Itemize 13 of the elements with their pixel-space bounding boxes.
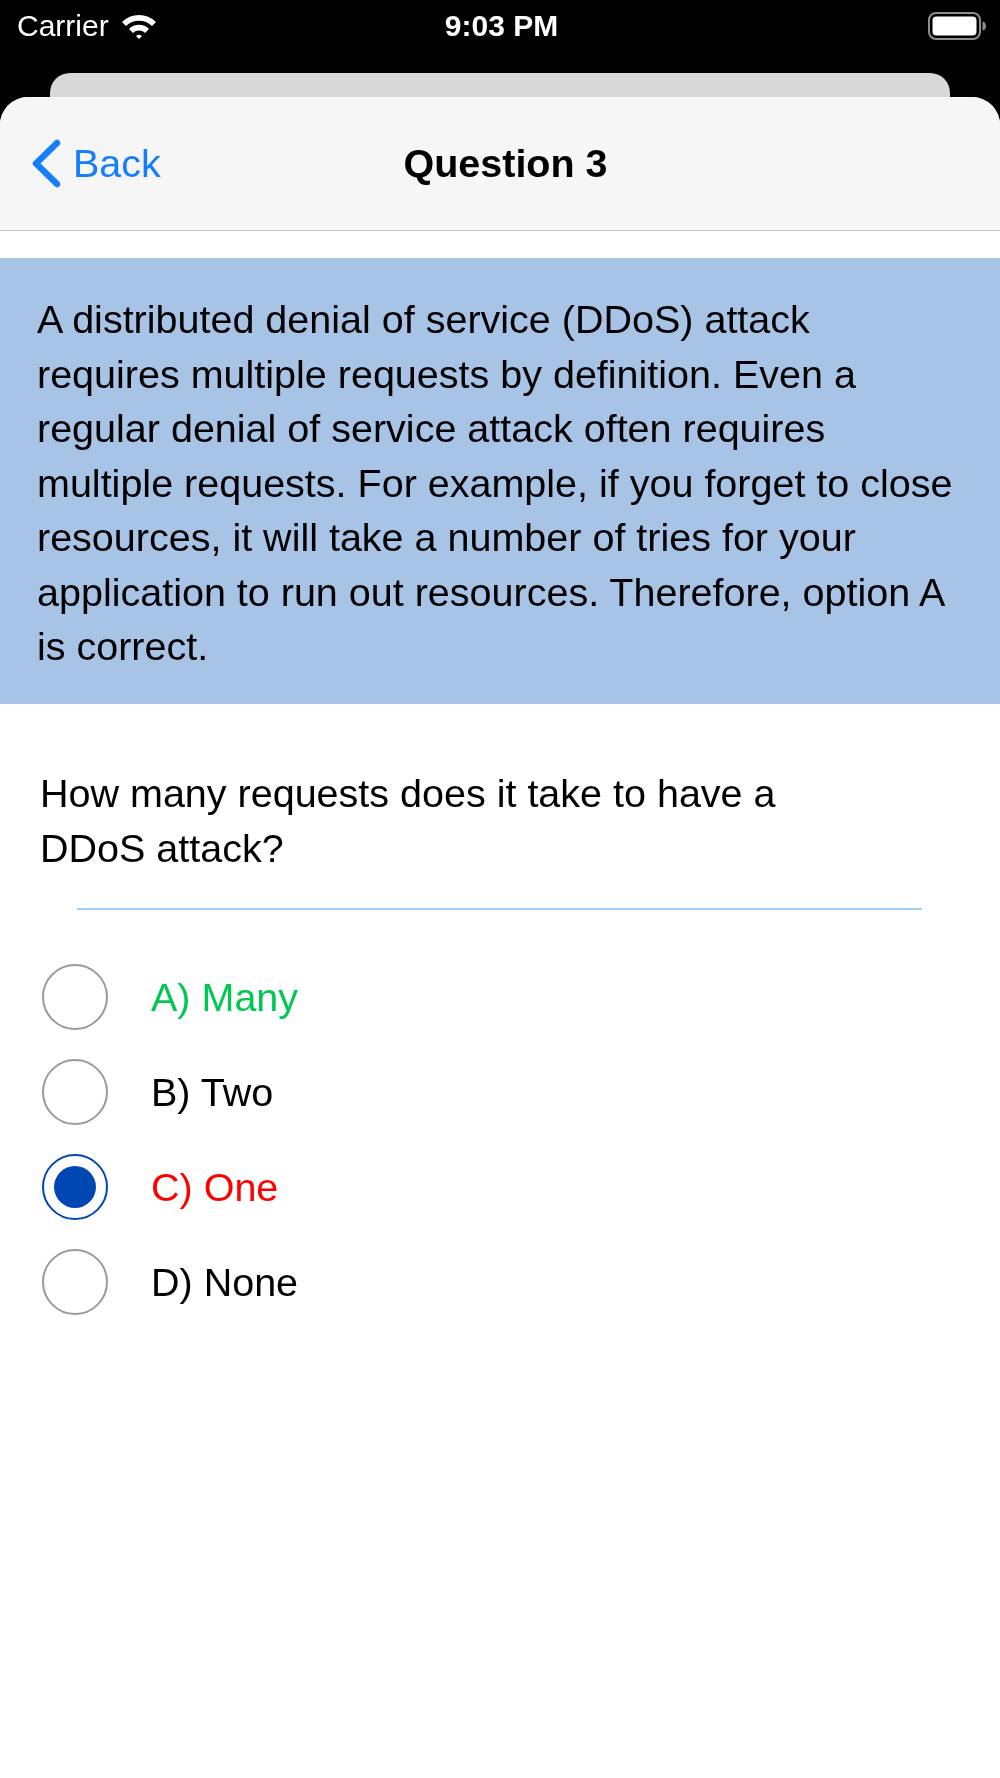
battery-icon: [928, 12, 986, 40]
option-label[interactable]: D) None: [151, 1258, 299, 1306]
time-text: 9:03 PM: [444, 8, 559, 44]
option-label[interactable]: B) Two: [151, 1068, 274, 1116]
chevron-left-icon: [31, 139, 61, 188]
nav-title: Question 3: [403, 141, 608, 186]
wifi-icon: [120, 13, 157, 39]
question-text: How many requests does it take to have a DDoS attack?: [40, 769, 777, 872]
option-label[interactable]: C) One: [151, 1163, 279, 1211]
back-button[interactable]: Back: [31, 139, 161, 188]
explanation-text: A distributed denial of service (DDoS) attack requires multiple requests by definition. Even a regular denial of service attack often requires multiple requests. For example, if you forget to close resources, it will take a number of tries for your application to run out resources. Therefore, option A is correct.: [37, 296, 954, 670]
carrier-text: Carrier: [17, 8, 109, 44]
option-label[interactable]: A) Many: [151, 973, 299, 1021]
